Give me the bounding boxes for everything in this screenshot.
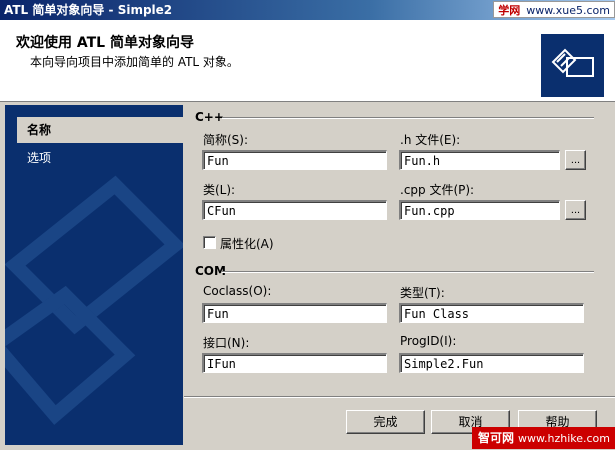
progid-label: ProgID(I): (400, 334, 457, 348)
short-name-label: 简称(S): (203, 133, 249, 147)
short-name-input[interactable] (202, 150, 387, 170)
watermark-bottom: 智可网 www.hzhike.com (472, 427, 615, 449)
cpp-file-label: .cpp 文件(P): (400, 183, 475, 197)
footer-divider (184, 396, 615, 398)
h-file-browse-button[interactable]: ... (565, 150, 586, 170)
nav-item-name-label: 名称 (27, 123, 52, 137)
h-file-input[interactable] (399, 150, 560, 170)
com-section-divider (222, 271, 594, 273)
wizard-header: 欢迎使用 ATL 简单对象向导 本向导向项目中添加简单的 ATL 对象。 (0, 20, 615, 102)
type-input[interactable] (399, 303, 584, 323)
atl-wizard-logo (541, 34, 604, 97)
window-title: ATL 简单对象向导 - Simple2 (4, 3, 173, 17)
atl-wizard-logo-icon (551, 48, 594, 77)
coclass-input[interactable] (202, 303, 387, 323)
attributed-label[interactable]: 属性化(A) (220, 235, 274, 252)
watermark-top: 学网 www.xue5.com (493, 1, 615, 18)
watermark-bottom-site: www.hzhike.com (518, 432, 611, 445)
type-label: 类型(T): (400, 286, 445, 300)
cpp-section-divider (222, 117, 594, 119)
nav-item-name[interactable]: 名称 (17, 117, 183, 143)
header-subtitle: 本向导向项目中添加简单的 ATL 对象。 (30, 55, 239, 69)
cpp-section-label: C++ (195, 110, 224, 124)
nav-item-options[interactable]: 选项 (17, 145, 183, 171)
nav-item-options-label: 选项 (27, 151, 52, 165)
cpp-file-input[interactable] (399, 200, 560, 220)
class-label: 类(L): (203, 183, 236, 197)
cpp-file-browse-button[interactable]: ... (565, 200, 586, 220)
watermark-bottom-brand: 智可网 (478, 431, 515, 445)
watermark-top-site: www.xue5.com (526, 4, 610, 17)
interface-input[interactable] (202, 353, 387, 373)
progid-input[interactable] (399, 353, 584, 373)
h-file-label: .h 文件(E): (400, 133, 461, 147)
header-title: 欢迎使用 ATL 简单对象向导 (16, 35, 194, 51)
class-input[interactable] (202, 200, 387, 220)
watermark-top-brand: 学网 (498, 4, 521, 17)
attributed-checkbox[interactable] (203, 236, 216, 249)
nav-background-pattern (5, 175, 183, 425)
coclass-label: Coclass(O): (203, 284, 272, 298)
wizard-nav: 名称 选项 (5, 105, 183, 445)
interface-label: 接口(N): (203, 336, 250, 350)
finish-button[interactable]: 完成 (346, 410, 425, 434)
